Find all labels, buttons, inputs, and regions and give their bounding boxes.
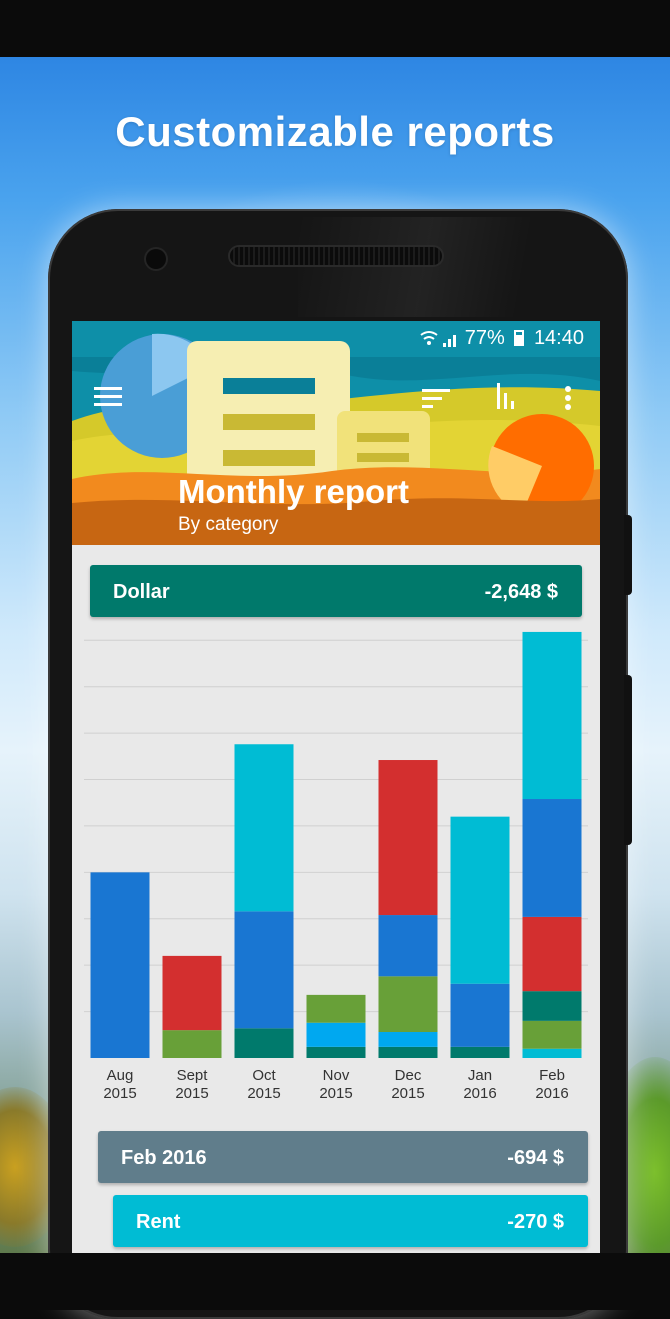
bar-chart-icon[interactable]: [497, 383, 519, 411]
battery-icon: [514, 330, 525, 346]
x-tick-label: 2015: [103, 1085, 136, 1101]
bar-segment-1-5[interactable]: [162, 955, 222, 1031]
app-screen: 77% 14:40 Monthly report By category Dol…: [72, 321, 600, 1253]
report-subtitle: By category: [178, 514, 279, 535]
bar-segment-4-6[interactable]: [378, 915, 438, 977]
status-bar: 77% 14:40: [72, 321, 600, 357]
bar-segment-6-6[interactable]: [522, 799, 582, 917]
category-amount: -270 $: [507, 1211, 564, 1233]
month-summary-card[interactable]: Feb 2016 -694 $: [98, 1131, 588, 1183]
overflow-menu-icon[interactable]: [564, 385, 572, 411]
bar-segment-6-5[interactable]: [522, 916, 582, 992]
x-tick-label: 2016: [463, 1085, 496, 1101]
bottom-black-band: [0, 1253, 670, 1310]
bar-segment-5-8[interactable]: [450, 816, 510, 984]
bar-segment-4-3[interactable]: [378, 976, 438, 1033]
status-right: 77% 14:40: [465, 327, 584, 350]
x-tick-label: Aug: [107, 1067, 134, 1084]
category-row-rent[interactable]: Rent -270 $: [113, 1195, 588, 1247]
x-tick-label: Dec: [395, 1067, 422, 1084]
month-label: Feb 2016: [121, 1147, 207, 1169]
bar-segment-3-1[interactable]: [306, 1046, 366, 1058]
front-camera: [146, 249, 166, 269]
x-tick-label: Sept: [177, 1067, 209, 1084]
x-tick-label: Jan: [468, 1067, 492, 1084]
bar-segment-2-1[interactable]: [234, 1028, 294, 1058]
x-tick-label: Nov: [323, 1067, 350, 1084]
top-black-band: [0, 0, 670, 57]
currency-label: Dollar: [113, 581, 170, 603]
x-tick-label: Oct: [252, 1067, 276, 1084]
currency-summary-card[interactable]: Dollar -2,648 $: [90, 565, 582, 617]
wifi-signal-icon: [420, 331, 456, 347]
bar-segment-4-7[interactable]: [378, 760, 438, 916]
signal-icons: [419, 329, 463, 354]
battery-percent: 77%: [464, 327, 505, 349]
bar-segment-2-6[interactable]: [234, 911, 294, 1029]
report-title: Monthly report: [178, 473, 409, 510]
x-tick-label: 2015: [247, 1085, 280, 1101]
monthly-stacked-bar-chart[interactable]: Aug2015Sept2015Oct2015Nov2015Dec2015Jan2…: [72, 621, 600, 1101]
phone-sheen: [298, 217, 618, 317]
report-header: 77% 14:40 Monthly report By category: [72, 321, 600, 545]
bar-segment-3-3[interactable]: [306, 994, 366, 1023]
bar-segment-2-8[interactable]: [234, 744, 294, 912]
bar-segment-6-0[interactable]: [522, 1048, 582, 1058]
bar-segment-4-2[interactable]: [378, 1032, 438, 1047]
category-label: Rent: [136, 1211, 181, 1233]
x-tick-label: 2015: [391, 1085, 424, 1101]
x-tick-label: 2016: [535, 1085, 568, 1101]
bar-segment-6-4[interactable]: [522, 991, 582, 1021]
volume-button: [624, 675, 632, 845]
clock: 14:40: [533, 327, 584, 349]
x-tick-label: 2015: [319, 1085, 352, 1101]
bar-segment-0-6[interactable]: [90, 872, 150, 1058]
x-tick-label: Feb: [539, 1067, 565, 1084]
month-total: -694 $: [507, 1147, 564, 1169]
bar-segment-6-3[interactable]: [522, 1020, 582, 1049]
bar-segment-5-6[interactable]: [450, 983, 510, 1047]
bar-segment-1-3[interactable]: [162, 1030, 222, 1058]
sort-icon[interactable]: [422, 389, 450, 409]
bar-segment-6-8[interactable]: [522, 631, 582, 800]
x-tick-label: 2015: [175, 1085, 208, 1101]
bar-segment-5-1[interactable]: [450, 1046, 510, 1058]
power-button: [624, 515, 632, 595]
bar-segment-4-1[interactable]: [378, 1046, 438, 1058]
promo-headline: Customizable reports: [115, 108, 555, 155]
currency-total: -2,648 $: [484, 581, 558, 603]
bar-segment-3-2[interactable]: [306, 1022, 366, 1047]
hamburger-menu-icon[interactable]: [94, 387, 122, 407]
earpiece-speaker: [230, 247, 442, 265]
